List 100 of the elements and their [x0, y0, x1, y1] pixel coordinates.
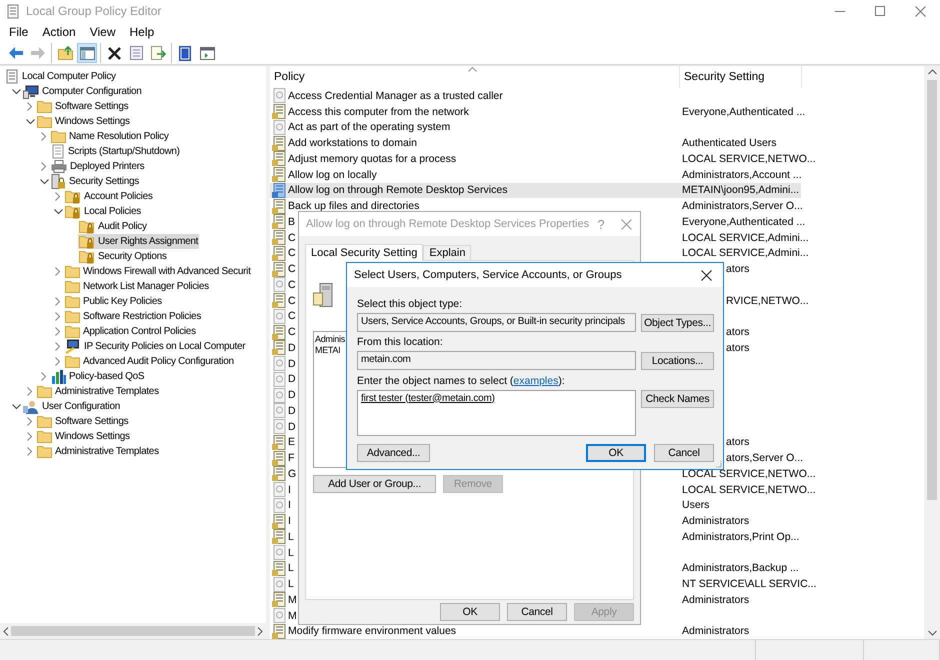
secure-server-icon — [51, 174, 66, 189]
tree-item[interactable]: Public Key Policies — [64, 294, 163, 309]
policy-setting-icon — [272, 560, 286, 576]
tree-item[interactable]: Software Restriction Policies — [64, 309, 202, 324]
tree-item[interactable]: Scripts (Startup/Shutdown) — [50, 144, 181, 159]
tree-item[interactable]: Computer Configuration — [22, 84, 143, 99]
folder-icon — [65, 265, 80, 278]
locations-button[interactable]: Locations... — [641, 352, 714, 370]
policy-name: Adjust memory quotas for a process — [288, 152, 456, 165]
policy-icon — [6, 4, 20, 18]
tree-item[interactable]: Network List Manager Policies — [64, 279, 210, 294]
policy-setting-icon — [272, 434, 286, 450]
scroll-left-icon[interactable] — [3, 626, 9, 636]
security-setting: LOCAL SERVICE,Admini... — [682, 247, 809, 260]
locked-folder-icon — [65, 190, 81, 204]
object-names-field[interactable]: first tester (tester@metain.com) — [357, 390, 636, 436]
policy-name: D — [288, 373, 296, 386]
scroll-up-icon[interactable] — [928, 69, 936, 75]
dialog-button[interactable]: OK — [440, 603, 500, 621]
policy-name: L — [288, 546, 294, 559]
tree-item[interactable]: Local Computer Policy — [4, 69, 117, 84]
dialog-button[interactable]: Cancel — [654, 444, 714, 462]
tree-item[interactable]: Software Settings — [36, 99, 130, 114]
security-setting: Everyone,Authenticated ... — [682, 106, 806, 118]
security-setting: Authenticated Users — [682, 137, 777, 150]
security-setting: Administrators — [682, 515, 750, 528]
tab[interactable]: Local Security Setting — [305, 244, 424, 261]
object-type-field[interactable]: Users, Service Accounts, Groups, or Built-in security principals — [357, 312, 636, 332]
tree-item[interactable]: Local Policies — [64, 204, 142, 219]
security-setting: ators,Server O... — [726, 452, 804, 464]
folder-icon — [37, 385, 52, 398]
export-icon — [150, 46, 166, 60]
tree-item[interactable]: User Configuration — [22, 399, 121, 414]
dialog-button[interactable]: OK — [586, 444, 646, 462]
policy-setting-icon — [272, 356, 286, 372]
policy-name: Allow log on locally — [288, 168, 377, 181]
tree-item[interactable]: Name Resolution Policy — [50, 129, 170, 144]
menu-item[interactable]: File — [2, 23, 36, 41]
field-label: Select this object type: — [357, 298, 464, 310]
menu-item[interactable]: View — [82, 23, 122, 41]
tree-item[interactable]: Deployed Printers — [50, 159, 146, 174]
object-types-button[interactable]: Object Types... — [641, 314, 714, 332]
policy-name: D — [288, 420, 296, 433]
tree-item[interactable]: Software Settings — [36, 414, 130, 429]
policy-name: E — [288, 436, 296, 448]
security-setting: LOCAL SERVICE,NETWO... — [682, 484, 816, 496]
scroll-right-icon[interactable] — [257, 626, 263, 636]
tree-item[interactable]: Account Policies — [64, 189, 154, 204]
selected-policy-row[interactable]: Allow log on through Remote Desktop Services METAIN\joon95,Admini... — [270, 182, 801, 198]
tree-item[interactable]: Application Control Policies — [64, 324, 197, 339]
tab[interactable]: Explain — [423, 245, 472, 260]
examples-link[interactable]: examples — [513, 374, 558, 387]
tree-item[interactable]: Windows Firewall with Advanced Securit — [64, 264, 252, 279]
location-field[interactable]: metain.com — [357, 351, 636, 370]
policy-setting-icon — [272, 198, 286, 214]
tree-item[interactable]: Windows Settings — [36, 429, 131, 444]
dialog-title: Select Users, Computers, Service Accounts, or Groups — [354, 269, 622, 281]
menu-item[interactable]: Help — [122, 23, 162, 41]
script-icon — [51, 144, 65, 159]
policy-setting-icon — [272, 308, 286, 324]
scroll-down-icon[interactable] — [928, 630, 936, 636]
tree-item[interactable]: Windows Settings — [36, 114, 131, 129]
horizontal-scrollbar[interactable] — [0, 623, 266, 639]
maximize-icon[interactable] — [875, 6, 885, 16]
dialog-button[interactable]: Add User or Group... — [313, 475, 436, 493]
policy-name: C — [288, 247, 296, 260]
tree-item[interactable]: Audit Policy — [78, 219, 148, 234]
policy-setting-icon — [272, 514, 286, 529]
policy-setting-icon — [272, 88, 286, 104]
tree-item[interactable]: Administrative Templates — [36, 384, 160, 399]
dialog-button[interactable]: Advanced... — [357, 444, 430, 462]
tree-item[interactable]: User Rights Assignment — [78, 234, 200, 249]
locked-folder-icon — [65, 204, 81, 218]
policy-name: B — [288, 216, 296, 228]
menu-item[interactable]: Action — [35, 23, 83, 41]
policy-setting-icon — [272, 324, 286, 340]
tree-item[interactable]: Advanced Audit Policy Configuration — [64, 354, 235, 369]
policy-setting-icon — [272, 230, 286, 246]
tree-item[interactable]: Security Settings — [50, 174, 140, 189]
policy-setting-icon — [272, 576, 286, 592]
policy-name: G — [288, 468, 296, 480]
security-setting: ators — [726, 436, 750, 448]
policy-setting-icon — [272, 340, 286, 356]
policy-setting-icon — [272, 372, 286, 387]
policy-setting-icon — [272, 529, 286, 544]
resize-grip-icon[interactable] — [714, 460, 722, 468]
policy-setting-icon — [272, 403, 286, 418]
tree-item[interactable]: IP Security Policies on Local Computer — [64, 339, 246, 354]
tree-item[interactable]: Security Options — [78, 249, 168, 264]
back-arrow-icon — [9, 47, 23, 59]
column-header[interactable]: Security Setting — [680, 66, 802, 88]
dialog-button[interactable]: Cancel — [507, 603, 567, 621]
tree-item[interactable]: Policy-based QoS — [50, 369, 146, 384]
tree-item[interactable]: Administrative Templates — [36, 444, 160, 459]
vertical-scrollbar[interactable] — [924, 66, 940, 639]
minimize-icon[interactable] — [835, 10, 845, 12]
check-names-button[interactable]: Check Names — [641, 390, 714, 408]
security-setting: Administrators — [682, 625, 750, 638]
delete-icon — [108, 46, 120, 60]
close-icon[interactable] — [700, 270, 712, 280]
